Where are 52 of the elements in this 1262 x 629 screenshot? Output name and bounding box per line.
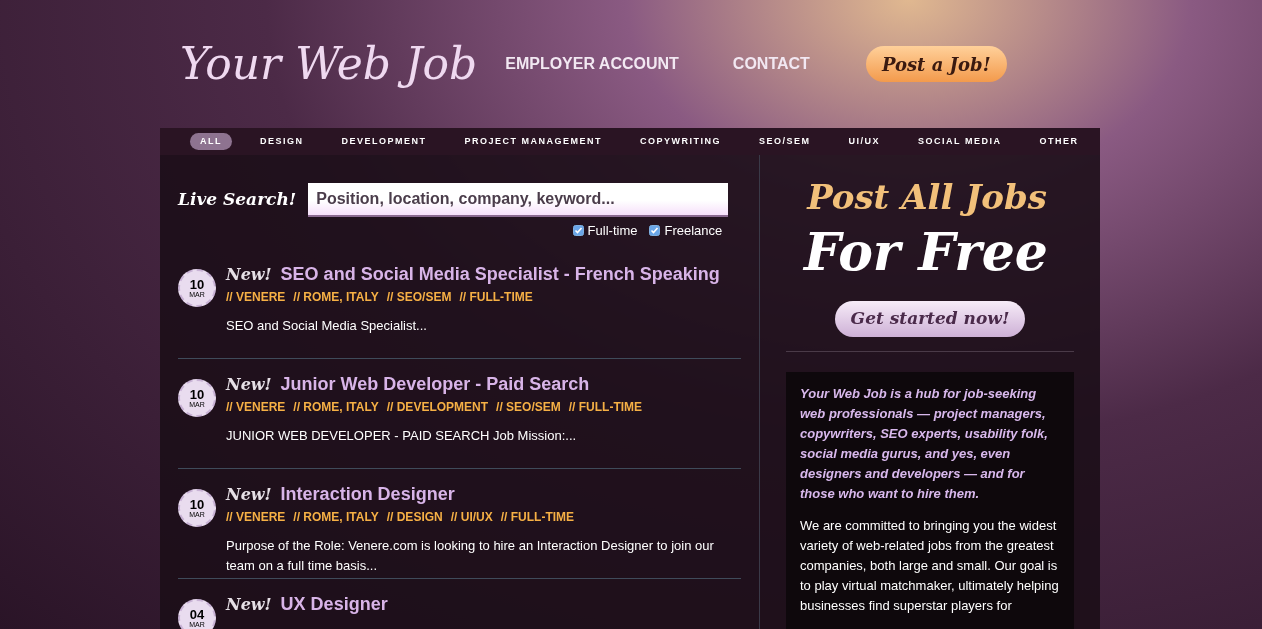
job-tag[interactable]: // SEO/SEM: [386, 287, 452, 306]
category-tab[interactable]: ALL: [190, 132, 232, 151]
job-tag[interactable]: // ROME, ITALY: [293, 507, 379, 526]
job-title[interactable]: SEO and Social Media Specialist - French Speaking: [280, 260, 720, 288]
job-tag[interactable]: // ROME, ITALY: [293, 287, 379, 306]
nav-link[interactable]: EMPLOYER ACCOUNT: [505, 52, 679, 76]
promo-headline: Post All Jobs: [807, 176, 1048, 219]
category-tab[interactable]: UI/UX: [838, 132, 891, 151]
new-label: New!: [226, 593, 273, 616]
new-label: New!: [226, 483, 273, 506]
job-tag[interactable]: // FULL-TIME: [568, 397, 643, 416]
job-title[interactable]: Junior Web Developer - Paid Search: [280, 370, 590, 398]
about-intro: Your Web Job is a hub for job-seeking web professionals — project managers, copywriters, SEO experts, usability folk, social media gurus, and yes, even designers and developers — and for those who want to hire them.: [800, 385, 1049, 503]
date-day: 04: [189, 607, 205, 621]
filter-label: Freelance: [664, 222, 723, 240]
date-day: 10: [189, 387, 205, 401]
date-day: 10: [189, 277, 205, 291]
job-tag[interactable]: // FULL-TIME: [459, 287, 533, 306]
job-tag[interactable]: // ROME, ITALY: [293, 397, 379, 416]
job-tag[interactable]: // FULL-TIME: [500, 507, 575, 526]
job-tag[interactable]: // VENERE: [226, 287, 286, 306]
category-tab[interactable]: SOCIAL MEDIA: [908, 132, 1012, 151]
job-title[interactable]: Interaction Designer: [280, 480, 455, 508]
filter-label: Full-time: [587, 222, 638, 240]
new-label: New!: [226, 263, 273, 286]
get-started-button[interactable]: Get started now!: [834, 301, 1026, 337]
job-tag[interactable]: // DEVELOPMENT: [386, 397, 489, 416]
job-summary: Purpose of the Role: Venere.com is looking to hire an Interaction Designer to join our team on a full time basis...: [226, 536, 715, 575]
job-tag[interactable]: // UI/UX: [450, 507, 493, 526]
new-label: New!: [226, 373, 273, 396]
post-job-button[interactable]: Post a Job!: [865, 46, 1007, 82]
site-logo[interactable]: Your Web Job: [180, 34, 486, 94]
job-tag[interactable]: // SEO/SEM: [496, 397, 561, 416]
category-tab[interactable]: PROJECT MANAGEMENT: [454, 132, 613, 151]
promo-headline: For Free: [804, 220, 1049, 284]
checkbox[interactable]: [572, 225, 584, 237]
job-tag[interactable]: // VENERE: [226, 397, 286, 416]
job-summary: SEO and Social Media Specialist...: [226, 316, 428, 335]
category-tab[interactable]: SEO/SEM: [749, 132, 821, 151]
about-body: We are committed to bringing you the widest variety of web-related jobs from the greatest companies, both large and small. Our goal is to play virtual matchmaker, ultimately helping businesses find superstar players for: [800, 517, 1060, 615]
date-day: 10: [189, 497, 205, 511]
job-tag[interactable]: // VENERE: [226, 507, 286, 526]
category-tab[interactable]: DESIGN: [250, 132, 314, 151]
category-tab[interactable]: COPYWRITING: [630, 132, 732, 151]
search-field[interactable]: Position, location, company, keyword...: [308, 183, 729, 217]
category-tab[interactable]: DEVELOPMENT: [331, 132, 437, 151]
job-tag[interactable]: // DESIGN: [386, 507, 443, 526]
job-title[interactable]: UX Designer: [280, 590, 388, 618]
category-tab[interactable]: OTHER: [1029, 132, 1089, 151]
checkbox[interactable]: [649, 225, 661, 237]
live-search-label: Live Search!: [178, 188, 298, 211]
job-summary: JUNIOR WEB DEVELOPER - PAID SEARCH Job Mission:...: [226, 426, 578, 445]
